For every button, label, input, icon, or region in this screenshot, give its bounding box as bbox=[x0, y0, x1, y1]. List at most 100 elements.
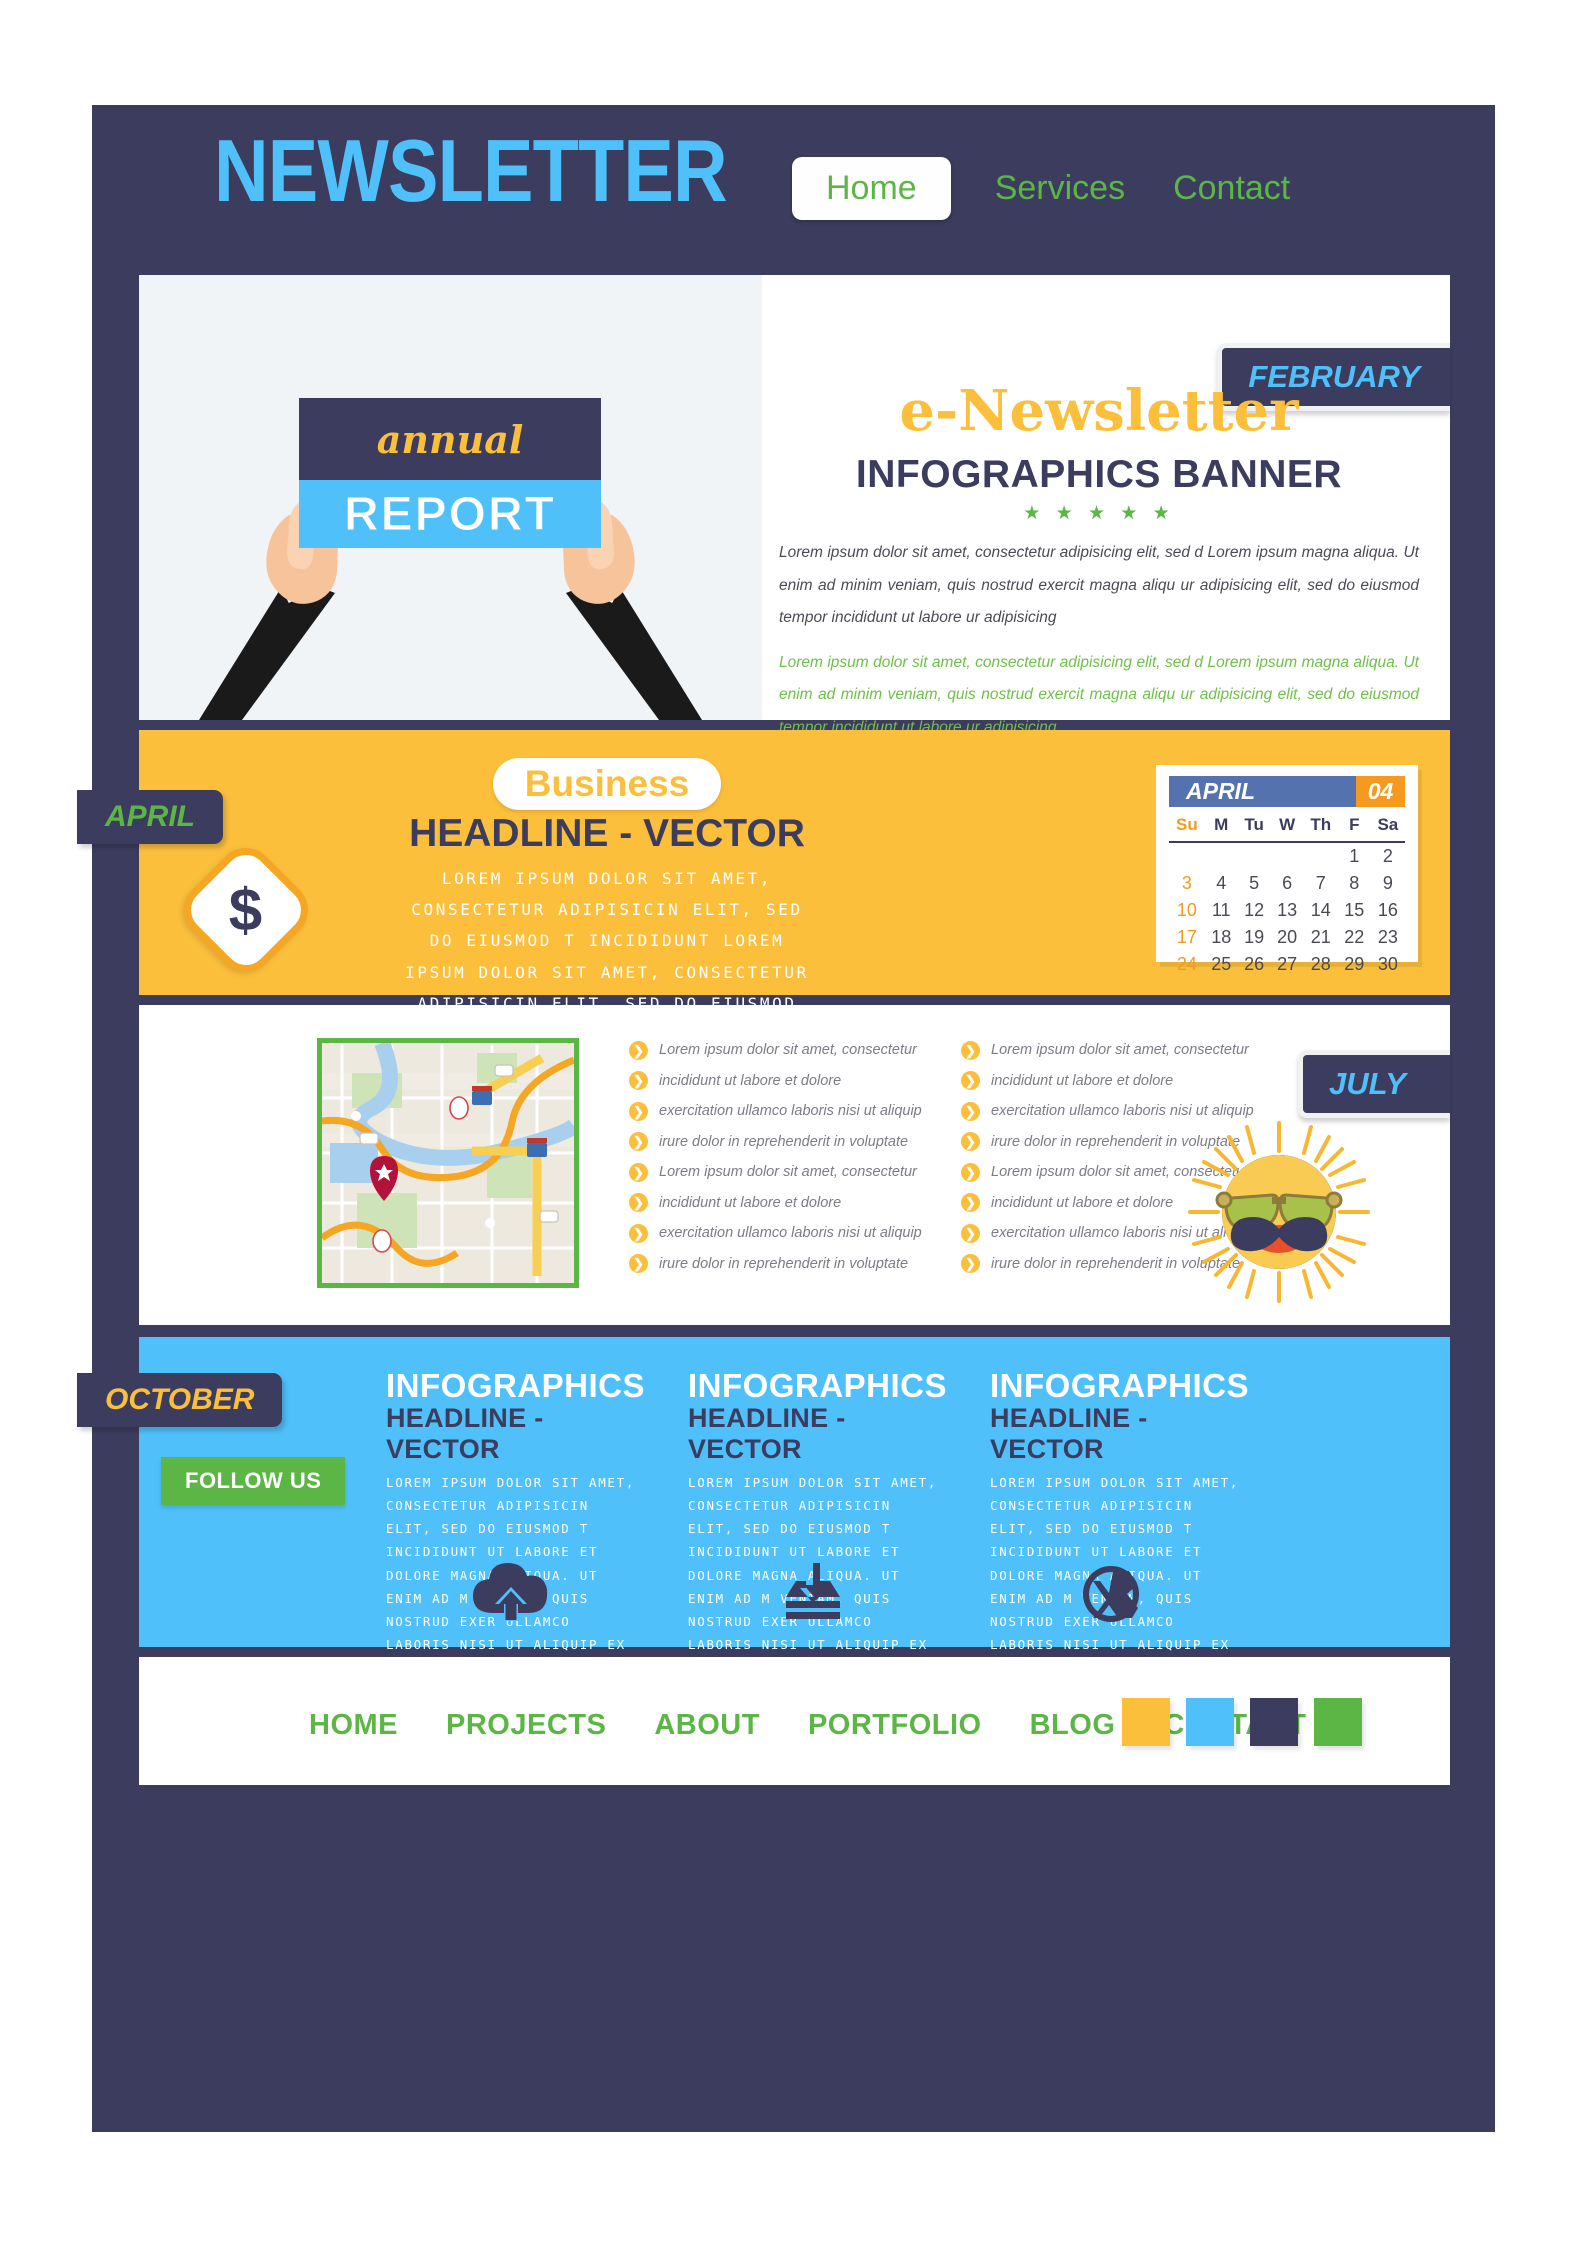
hero-paragraph-dark: Lorem ipsum dolor sit amet, consectetur … bbox=[779, 544, 1419, 627]
footer-link-portfolio[interactable]: PORTFOLIO bbox=[808, 1709, 982, 1742]
list-item[interactable]: ❯ irure dolor in reprehenderit in volupta… bbox=[629, 1127, 909, 1158]
circle-x-icon[interactable] bbox=[1080, 1563, 1150, 1630]
calendar-day[interactable]: 12 bbox=[1238, 897, 1271, 924]
calendar-day[interactable]: 27 bbox=[1271, 951, 1304, 978]
calendar-month-label: APRIL bbox=[1169, 776, 1356, 807]
calendar-weekday: Sa bbox=[1370, 810, 1405, 843]
calendar-day[interactable]: 25 bbox=[1205, 951, 1238, 978]
infographics-column-2: INFOGRAPHICS HEADLINE - VECTOR Lorem ips… bbox=[688, 1367, 948, 1679]
list-item[interactable]: ❯ incididunt ut labore et dolore bbox=[629, 1066, 909, 1097]
footer-link-blog[interactable]: BLOG bbox=[1030, 1709, 1116, 1742]
chevron-right-icon: ❯ bbox=[961, 1071, 980, 1091]
calendar-day[interactable]: 15 bbox=[1338, 897, 1371, 924]
color-swatches bbox=[1122, 1698, 1362, 1746]
calendar-day[interactable]: 11 bbox=[1205, 897, 1238, 924]
calendar-day[interactable]: 28 bbox=[1304, 951, 1338, 978]
infographics-title-2: INFOGRAPHICS bbox=[688, 1367, 948, 1404]
calendar-day[interactable]: 4 bbox=[1205, 870, 1238, 897]
inbox-download-icon[interactable] bbox=[780, 1563, 846, 1630]
calendar-day[interactable]: 19 bbox=[1238, 924, 1271, 951]
calendar-widget[interactable]: APRIL 04 Su M Tu W Th F Sa 1 2 3 4 5 6 7 8 9 10 11 12 13 14… bbox=[1156, 765, 1418, 974]
nav-item-contact[interactable]: Contact bbox=[1169, 159, 1294, 218]
main-nav: Home Services Contact bbox=[792, 157, 1294, 220]
calendar-month-number: 04 bbox=[1356, 776, 1405, 807]
hero-section: annual REPORT FEBRUARY e-Newsletter INFO… bbox=[139, 275, 1450, 736]
chevron-right-icon: ❯ bbox=[629, 1223, 648, 1243]
calendar-weekday: Su bbox=[1169, 810, 1205, 843]
color-swatch[interactable] bbox=[1314, 1698, 1362, 1746]
list-item[interactable]: ❯ incididunt ut labore et dolore bbox=[961, 1066, 1241, 1097]
list-item[interactable]: ❯ exercitation ullamco laboris nisi ut al… bbox=[629, 1218, 922, 1249]
cloud-upload-icon[interactable] bbox=[473, 1563, 549, 1626]
city-map-thumbnail[interactable] bbox=[317, 1038, 579, 1288]
business-paragraph: Lorem ipsum dolor sit amet, consectetur … bbox=[405, 869, 809, 1013]
footer-link-about[interactable]: ABOUT bbox=[654, 1709, 760, 1742]
list-item[interactable]: ❯ irure dolor in reprehenderit in volupta… bbox=[629, 1249, 909, 1280]
calendar-day[interactable]: 2 bbox=[1371, 842, 1405, 870]
chevron-right-icon: ❯ bbox=[629, 1193, 648, 1213]
calendar-day[interactable]: 13 bbox=[1271, 897, 1304, 924]
page-title: NEWSLETTER bbox=[214, 121, 728, 220]
calendar-day[interactable]: 17 bbox=[1169, 924, 1205, 951]
star-rating: ★ ★ ★ ★ ★ bbox=[1023, 503, 1175, 524]
calendar-day[interactable]: 10 bbox=[1169, 897, 1205, 924]
calendar-day[interactable]: 14 bbox=[1304, 897, 1338, 924]
enewsletter-title: e-Newsletter bbox=[899, 378, 1299, 444]
calendar-day[interactable]: 16 bbox=[1371, 897, 1405, 924]
footer-link-home[interactable]: HOME bbox=[309, 1709, 398, 1742]
calendar-day[interactable]: 5 bbox=[1238, 870, 1271, 897]
color-swatch[interactable] bbox=[1122, 1698, 1170, 1746]
calendar-day[interactable]: 22 bbox=[1338, 924, 1371, 951]
month-tab-october[interactable]: OCTOBER bbox=[77, 1373, 283, 1427]
calendar-day[interactable]: 24 bbox=[1169, 951, 1205, 978]
list-item[interactable]: ❯ incididunt ut labore et dolore bbox=[629, 1188, 909, 1219]
calendar-weekday-row: Su M Tu W Th F Sa bbox=[1169, 810, 1405, 843]
calendar-day[interactable]: 1 bbox=[1338, 842, 1371, 870]
site-footer: HOME PROJECTS ABOUT PORTFOLIO BLOG CONTACT bbox=[139, 1657, 1450, 1785]
color-swatch[interactable] bbox=[1186, 1698, 1234, 1746]
chevron-right-icon: ❯ bbox=[629, 1071, 648, 1091]
business-copy: Business HEADLINE - VECTOR Lorem ipsum d… bbox=[397, 758, 817, 1019]
infographics-section: OCTOBER FOLLOW US INFOGRAPHICS HEADLINE … bbox=[77, 1337, 1450, 1675]
follow-us-button[interactable]: FOLLOW US bbox=[161, 1457, 346, 1505]
infographics-title-3: INFOGRAPHICS bbox=[990, 1367, 1250, 1404]
list-item-label: incididunt ut labore et dolore bbox=[991, 1072, 1174, 1089]
calendar-day[interactable]: 6 bbox=[1271, 870, 1304, 897]
color-swatch[interactable] bbox=[1250, 1698, 1298, 1746]
list-item-label: incididunt ut labore et dolore bbox=[659, 1194, 842, 1211]
nav-item-home[interactable]: Home bbox=[792, 157, 951, 220]
list-item[interactable]: ❯ Lorem ipsum dolor sit amet, consectetur bbox=[629, 1035, 917, 1066]
calendar-day[interactable]: 26 bbox=[1238, 951, 1271, 978]
calendar-day[interactable]: 30 bbox=[1371, 951, 1405, 978]
calendar-day[interactable]: 20 bbox=[1271, 924, 1304, 951]
calendar-day bbox=[1169, 842, 1205, 870]
calendar-day[interactable]: 9 bbox=[1371, 870, 1405, 897]
calendar-day[interactable]: 29 bbox=[1338, 951, 1371, 978]
calendar-day[interactable]: 18 bbox=[1205, 924, 1238, 951]
chevron-right-icon: ❯ bbox=[961, 1223, 980, 1243]
chevron-right-icon: ❯ bbox=[629, 1101, 648, 1121]
calendar-days: 1 2 3 4 5 6 7 8 9 10 11 12 13 14 15 16 17 18 19 20 21 22 23 24 2… bbox=[1169, 842, 1405, 978]
infographics-banner-subtitle: INFOGRAPHICS BANNER bbox=[855, 453, 1343, 496]
calendar-day[interactable]: 8 bbox=[1338, 870, 1371, 897]
calendar-day[interactable]: 21 bbox=[1304, 924, 1338, 951]
calendar-grid: Su M Tu W Th F Sa 1 2 3 4 5 6 7 8 9 10 11 12 13 14 15 16 17 18 1… bbox=[1169, 810, 1405, 978]
poster-top: annual bbox=[299, 398, 601, 480]
infographics-column-3: INFOGRAPHICS HEADLINE - VECTOR Lorem ips… bbox=[990, 1367, 1250, 1679]
calendar-week-row: 12 bbox=[1169, 842, 1405, 870]
poster-title-text: REPORT bbox=[343, 487, 556, 541]
month-tab-april[interactable]: APRIL bbox=[77, 790, 223, 844]
list-item[interactable]: ❯ Lorem ipsum dolor sit amet, consectetur bbox=[961, 1035, 1249, 1066]
business-pill: Business bbox=[493, 758, 721, 810]
nav-item-services[interactable]: Services bbox=[991, 159, 1129, 218]
calendar-weekday: Tu bbox=[1237, 810, 1271, 843]
list-item[interactable]: ❯ Lorem ipsum dolor sit amet, consectetur bbox=[629, 1157, 917, 1188]
calendar-day bbox=[1238, 842, 1271, 870]
calendar-day[interactable]: 3 bbox=[1169, 870, 1205, 897]
list-item[interactable]: ❯ exercitation ullamco laboris nisi ut al… bbox=[629, 1096, 922, 1127]
calendar-day[interactable]: 7 bbox=[1304, 870, 1338, 897]
calendar-day[interactable]: 23 bbox=[1371, 924, 1405, 951]
footer-link-projects[interactable]: PROJECTS bbox=[446, 1709, 606, 1742]
month-tab-july[interactable]: JULY bbox=[1298, 1050, 1450, 1118]
dollar-symbol: $ bbox=[229, 876, 263, 944]
